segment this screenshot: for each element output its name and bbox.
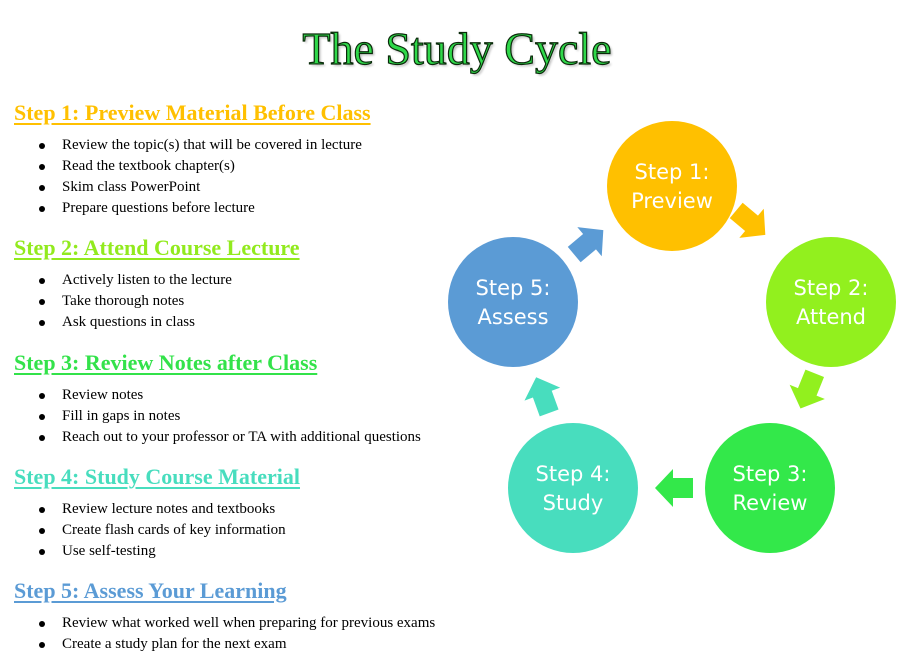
- cycle-step-3: Step 3: Review: [705, 423, 835, 553]
- cycle-label: Step 2:: [794, 276, 869, 300]
- cycle-label: Step 3:: [733, 462, 808, 486]
- cycle-circle: [607, 121, 737, 251]
- arrow-icon: [524, 377, 561, 417]
- cycle-label: Assess: [477, 305, 548, 329]
- cycle-circle: [766, 237, 896, 367]
- arrow-icon: [789, 369, 825, 409]
- cycle-step-5: Step 5: Assess: [448, 237, 578, 367]
- cycle-label: Step 5:: [476, 276, 551, 300]
- cycle-step-2: Step 2: Attend: [766, 237, 896, 367]
- cycle-circle: [705, 423, 835, 553]
- cycle-step-1: Step 1: Preview: [607, 121, 737, 251]
- cycle-label: Attend: [796, 305, 866, 329]
- cycle-circle: [508, 423, 638, 553]
- cycle-label: Review: [733, 491, 808, 515]
- cycle-label: Step 4:: [536, 462, 611, 486]
- arrow-icon: [655, 469, 693, 507]
- cycle-label: Preview: [631, 189, 713, 213]
- cycle-label: Step 1:: [635, 160, 710, 184]
- arrow-icon: [567, 227, 604, 263]
- study-cycle-diagram: Step 1: Preview Step 2: Attend Step 3: Review…: [448, 121, 896, 553]
- cycle-circle: [448, 237, 578, 367]
- cycle-step-4: Step 4: Study: [508, 423, 638, 553]
- cycle-label: Study: [543, 491, 604, 515]
